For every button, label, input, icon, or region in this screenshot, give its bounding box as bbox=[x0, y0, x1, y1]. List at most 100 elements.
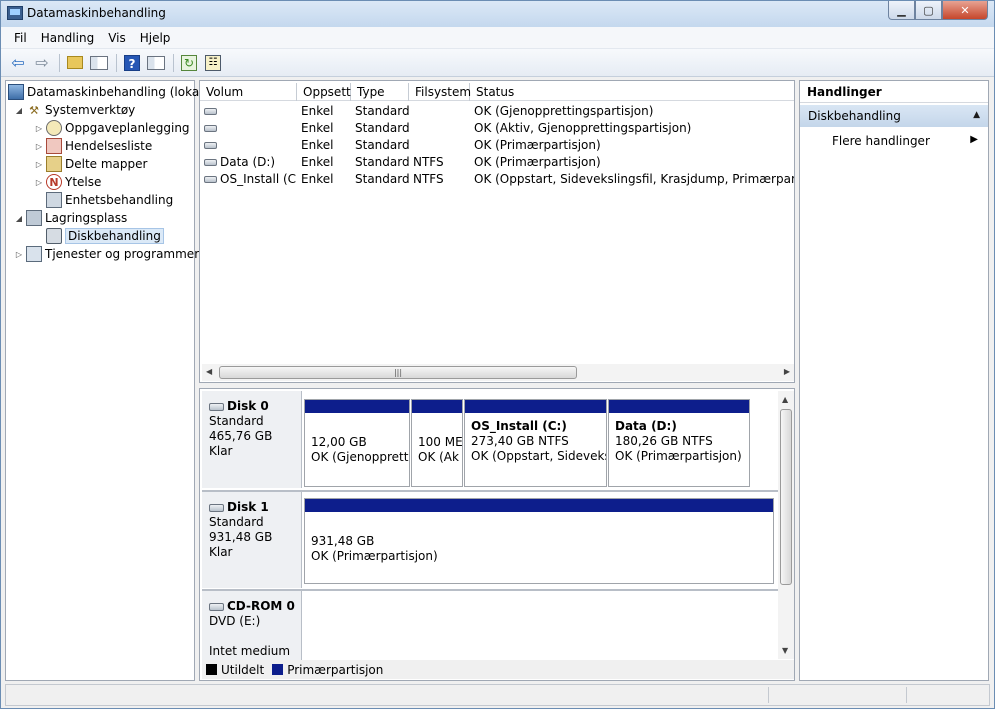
table-row[interactable]: Enkel Standard OK (Primærpartisjon) bbox=[200, 136, 794, 153]
show-hide-action-pane-button[interactable] bbox=[145, 52, 167, 74]
partition-size: 12,00 GB bbox=[311, 435, 367, 449]
properties-icon: ☷ bbox=[205, 54, 221, 71]
menu-help[interactable]: Hjelp bbox=[133, 31, 178, 45]
partition-type-bar bbox=[609, 400, 749, 413]
clock-icon bbox=[46, 120, 62, 136]
volume-layout: Enkel bbox=[301, 154, 334, 169]
properties-button[interactable]: ☷ bbox=[202, 52, 224, 74]
menu-file[interactable]: Fil bbox=[7, 31, 34, 45]
partition-os-install[interactable]: OS_Install (C:) 273,40 GB NTFS OK (Oppst… bbox=[464, 399, 607, 487]
table-row[interactable]: OS_Install (C:) Enkel Standard NTFS OK (… bbox=[200, 170, 794, 187]
tree-item-disk-management[interactable]: Diskbehandling bbox=[46, 227, 164, 245]
expand-icon[interactable]: ▷ bbox=[34, 142, 44, 151]
volume-filesystem: NTFS bbox=[413, 154, 444, 169]
tree-item-system-tools[interactable]: ◢ ⚒ Systemverktøy bbox=[14, 101, 135, 119]
partition-status: OK (Primærpartisjon) bbox=[615, 449, 742, 463]
cdrom-drive: DVD (E:) bbox=[209, 614, 261, 628]
actions-section-disk-management[interactable]: Diskbehandling ▲ bbox=[800, 105, 988, 127]
partition-data[interactable]: Data (D:) 180,26 GB NTFS OK (Primærparti… bbox=[608, 399, 750, 487]
expand-icon[interactable]: ▷ bbox=[34, 124, 44, 133]
collapse-up-icon[interactable]: ▲ bbox=[973, 110, 980, 120]
more-actions-item[interactable]: Flere handlinger ▶ bbox=[800, 131, 988, 151]
volume-status: OK (Primærpartisjon) bbox=[474, 137, 601, 152]
volume-status: OK (Primærpartisjon) bbox=[474, 154, 601, 169]
up-one-level-button[interactable] bbox=[64, 52, 86, 74]
collapse-icon[interactable]: ◢ bbox=[14, 214, 24, 223]
legend-unallocated-swatch bbox=[206, 664, 217, 675]
window-controls: ▁ ▢ ✕ bbox=[888, 1, 988, 20]
disk-0-partitions: 12,00 GB OK (Gjenopprettir 100 ME OK (Ak… bbox=[304, 391, 778, 488]
table-row[interactable]: Enkel Standard OK (Aktiv, Gjenoppretting… bbox=[200, 119, 794, 136]
close-button[interactable]: ✕ bbox=[942, 1, 988, 20]
tree-item-shared-folders[interactable]: ▷ Delte mapper bbox=[34, 155, 147, 173]
actions-pane: Handlinger Diskbehandling ▲ Flere handli… bbox=[799, 80, 989, 681]
expand-icon[interactable]: ▷ bbox=[34, 178, 44, 187]
disk-name: CD-ROM 0 bbox=[227, 599, 295, 613]
maximize-icon: ▢ bbox=[923, 3, 934, 17]
tree-item-label: Diskbehandling bbox=[65, 228, 164, 244]
tree-item-label: Tjenester og programmer bbox=[45, 247, 200, 261]
volume-type: Standard bbox=[355, 137, 409, 152]
horizontal-scrollbar[interactable]: ◀ ||| ▶ bbox=[202, 364, 794, 381]
expand-icon[interactable]: ▷ bbox=[14, 250, 24, 259]
column-header-status[interactable]: Status bbox=[470, 83, 794, 101]
back-arrow-icon: ⇦ bbox=[11, 53, 25, 72]
refresh-button[interactable]: ↻ bbox=[178, 52, 200, 74]
tree-item-services[interactable]: ▷ Tjenester og programmer bbox=[14, 245, 199, 263]
partition-recovery-2[interactable]: 100 ME OK (Ak bbox=[411, 399, 463, 487]
column-header-filesystem[interactable]: Filsystem bbox=[409, 83, 471, 101]
status-bar bbox=[5, 684, 990, 706]
title-bar: Datamaskinbehandling ▁ ▢ ✕ bbox=[1, 1, 994, 27]
expand-icon[interactable]: ▷ bbox=[34, 160, 44, 169]
disk-type: Standard bbox=[209, 414, 264, 428]
disk-1-label[interactable]: Disk 1 Standard 931,48 GB Klar bbox=[202, 492, 302, 588]
disk-status: Klar bbox=[209, 444, 233, 458]
column-header-type[interactable]: Type bbox=[351, 83, 409, 101]
tree-item-root[interactable]: Datamaskinbehandling (lokal) bbox=[8, 83, 207, 101]
tree-item-label: Systemverktøy bbox=[45, 103, 136, 117]
app-window: Datamaskinbehandling ▁ ▢ ✕ Fil Handling … bbox=[0, 0, 995, 709]
partition-disk1-primary[interactable]: 931,48 GB OK (Primærpartisjon) bbox=[304, 498, 774, 584]
scrollbar-thumb[interactable] bbox=[780, 409, 792, 585]
tree-item-event-viewer[interactable]: ▷ Hendelsesliste bbox=[34, 137, 152, 155]
cdrom-0-label[interactable]: CD-ROM 0 DVD (E:) Intet medium bbox=[202, 591, 302, 660]
disk-0-label[interactable]: Disk 0 Standard 465,76 GB Klar bbox=[202, 391, 302, 488]
column-header-volume[interactable]: Volum bbox=[200, 83, 297, 101]
collapse-icon[interactable]: ◢ bbox=[14, 106, 24, 115]
tree-item-performance[interactable]: ▷ N Ytelse bbox=[34, 173, 101, 191]
volume-icon bbox=[204, 124, 217, 132]
scrollbar-thumb[interactable]: ||| bbox=[219, 366, 577, 379]
menu-action[interactable]: Handling bbox=[34, 31, 102, 45]
tree-item-storage[interactable]: ◢ Lagringsplass bbox=[14, 209, 127, 227]
disk-size: 931,48 GB bbox=[209, 530, 273, 544]
storage-icon bbox=[26, 210, 42, 226]
table-row[interactable]: Enkel Standard OK (Gjenopprettingspartis… bbox=[200, 102, 794, 119]
tree-item-label: Enhetsbehandling bbox=[65, 193, 174, 207]
help-button[interactable]: ? bbox=[121, 52, 143, 74]
legend-primary-label: Primærpartisjon bbox=[287, 662, 384, 677]
minimize-button[interactable]: ▁ bbox=[888, 1, 915, 20]
volume-list-header: Volum Oppsett Type Filsystem Status bbox=[200, 83, 794, 101]
scroll-up-icon[interactable]: ▲ bbox=[782, 395, 788, 404]
event-viewer-icon bbox=[46, 138, 62, 154]
partition-type-bar bbox=[305, 400, 409, 413]
column-header-layout[interactable]: Oppsett bbox=[297, 83, 351, 101]
partition-recovery-1[interactable]: 12,00 GB OK (Gjenopprettir bbox=[304, 399, 410, 487]
partition-status: OK (Gjenopprettir bbox=[311, 450, 409, 464]
table-row[interactable]: Data (D:) Enkel Standard NTFS OK (Primær… bbox=[200, 153, 794, 170]
scroll-down-icon[interactable]: ▼ bbox=[782, 646, 788, 655]
show-hide-tree-button[interactable] bbox=[88, 52, 110, 74]
scroll-right-icon[interactable]: ▶ bbox=[784, 367, 790, 376]
forward-button[interactable]: ⇨ bbox=[31, 52, 53, 74]
tree-item-device-manager[interactable]: Enhetsbehandling bbox=[46, 191, 173, 209]
more-actions-label: Flere handlinger bbox=[832, 134, 930, 148]
back-button[interactable]: ⇦ bbox=[7, 52, 29, 74]
volume-layout: Enkel bbox=[301, 120, 334, 135]
scroll-left-icon[interactable]: ◀ bbox=[206, 367, 212, 376]
vertical-scrollbar[interactable]: ▲ ▼ bbox=[778, 391, 794, 659]
tree-item-task-scheduler[interactable]: ▷ Oppgaveplanlegging bbox=[34, 119, 190, 137]
volume-icon bbox=[204, 175, 217, 183]
partition-type-bar bbox=[412, 400, 462, 413]
menu-view[interactable]: Vis bbox=[101, 31, 133, 45]
maximize-button[interactable]: ▢ bbox=[915, 1, 942, 20]
